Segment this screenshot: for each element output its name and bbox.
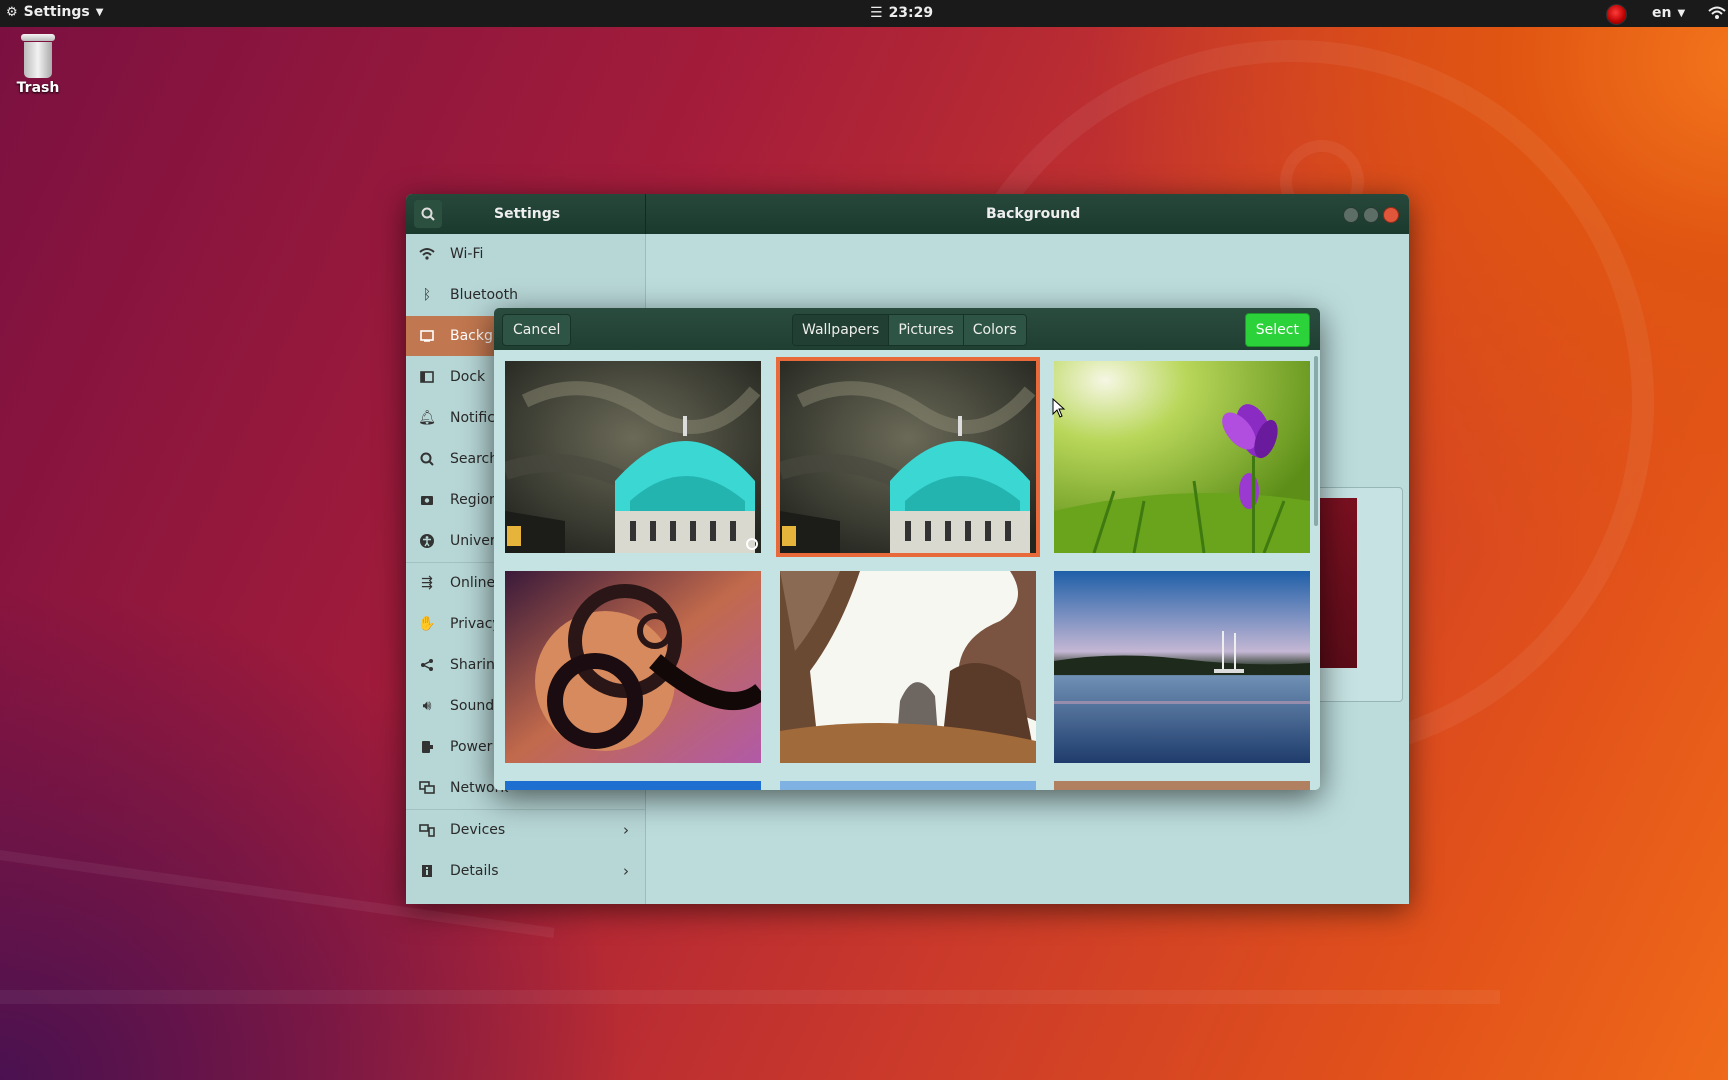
panel-title: Background — [986, 206, 1081, 222]
desktop-trash[interactable]: Trash — [14, 34, 62, 96]
sidebar-item-label: Devices — [450, 822, 506, 838]
clock[interactable]: ☰ 23:29 — [870, 5, 933, 21]
wallpaper-thumbnail-crocus[interactable] — [1054, 361, 1310, 553]
sidebar-title: Settings — [494, 206, 561, 222]
select-button[interactable]: Select — [1244, 313, 1310, 347]
info-icon — [418, 862, 436, 880]
wallpaper-thumbnail-cathedral-selected[interactable] — [776, 357, 1040, 557]
mouse-cursor-icon — [1052, 398, 1066, 418]
clock-time: 23:29 — [888, 5, 934, 21]
background-icon — [418, 327, 436, 345]
current-wallpaper-badge-icon — [746, 538, 758, 550]
universal-access-icon — [418, 532, 436, 550]
wallpaper-grid — [494, 350, 1320, 790]
speaker-icon: 🔊︎ — [422, 698, 432, 714]
network-icon — [418, 779, 436, 797]
sidebar-item-label: Details — [450, 863, 499, 879]
wifi-icon — [418, 245, 436, 263]
wallpaper-thumbnail[interactable] — [780, 781, 1036, 790]
sidebar-item-label: Dock — [450, 369, 486, 385]
sidebar-item-label: Power — [450, 739, 493, 755]
chevron-right-icon: › — [623, 821, 629, 839]
dialog-header: Cancel Wallpapers Pictures Colors Select — [494, 308, 1320, 350]
close-button[interactable] — [1383, 207, 1399, 223]
tab-colors[interactable]: Colors — [963, 315, 1026, 345]
region-icon — [418, 491, 436, 509]
trash-icon — [21, 34, 55, 78]
online-accounts-icon: ⇶ — [421, 575, 433, 591]
wallpaper-thumbnail-abstract-spiral[interactable] — [505, 571, 761, 763]
wallpaper-thumbnail[interactable] — [505, 781, 761, 790]
language-menu[interactable]: en ▼ — [1652, 5, 1685, 21]
share-icon — [418, 656, 436, 674]
search-icon — [421, 207, 435, 221]
wallpaper-thumbnail-lake-harbor[interactable] — [1054, 571, 1310, 763]
maximize-button[interactable] — [1363, 207, 1379, 223]
search-button[interactable] — [414, 200, 442, 228]
minimize-button[interactable] — [1343, 207, 1359, 223]
record-indicator-icon[interactable] — [1606, 4, 1627, 25]
cancel-button[interactable]: Cancel — [502, 314, 572, 346]
sidebar-item-label: Wi-Fi — [450, 246, 484, 262]
sidebar-item-label: Region — [450, 492, 498, 508]
sidebar-item-label: Sound — [450, 698, 495, 714]
sidebar-item-label: Search — [450, 451, 499, 467]
sidebar-item-wifi[interactable]: Wi-Fi — [406, 234, 645, 274]
menu-lines-icon: ☰ — [870, 5, 883, 21]
source-tabs: Wallpapers Pictures Colors — [792, 314, 1027, 346]
devices-icon — [418, 821, 436, 839]
tab-wallpapers[interactable]: Wallpapers — [793, 315, 890, 345]
tab-pictures[interactable]: Pictures — [889, 315, 964, 345]
preview-image — [1317, 498, 1357, 668]
settings-gear-icon: ⚙ — [6, 4, 18, 20]
sidebar-item-label: Notific — [450, 410, 495, 426]
app-menu[interactable]: ⚙ Settings ▼ — [6, 4, 103, 20]
network-status-icon[interactable] — [1708, 5, 1726, 25]
wallpaper-thumbnail-rock-canyon[interactable] — [780, 571, 1036, 763]
top-bar: ⚙ Settings ▼ ☰ 23:29 en ▼ — [0, 0, 1728, 27]
language-label: en — [1652, 5, 1672, 21]
window-titlebar[interactable]: Settings Background — [406, 194, 1409, 234]
titlebar-divider — [645, 194, 646, 234]
wallpaper-band-decoration — [0, 990, 1500, 1004]
sidebar-item-label: Backgr — [450, 328, 499, 344]
chevron-right-icon: › — [623, 862, 629, 880]
sidebar-item-devices[interactable]: Devices › — [406, 810, 645, 850]
app-menu-label: Settings — [23, 4, 90, 20]
lock-screen-preview[interactable] — [1316, 487, 1403, 702]
wallpaper-chooser-dialog: Cancel Wallpapers Pictures Colors Select — [494, 308, 1320, 790]
privacy-hand-icon: ✋ — [418, 616, 436, 632]
sidebar-item-label: Bluetooth — [450, 287, 518, 303]
bluetooth-icon: ᛒ — [422, 287, 432, 303]
dock-icon — [418, 368, 436, 386]
chevron-down-icon: ▼ — [95, 6, 104, 18]
chevron-down-icon: ▼ — [1677, 7, 1686, 19]
trash-label: Trash — [16, 80, 60, 96]
search-icon — [418, 450, 436, 468]
power-icon — [418, 738, 436, 756]
sidebar-item-label: Online — [450, 575, 496, 591]
grid-scrollbar[interactable] — [1314, 356, 1318, 526]
sidebar-item-details[interactable]: Details › — [406, 851, 645, 891]
wallpaper-thumbnail-cathedral[interactable] — [505, 361, 761, 553]
wallpaper-thumbnail[interactable] — [1054, 781, 1310, 790]
bell-icon: 🔔︎ — [418, 410, 436, 426]
